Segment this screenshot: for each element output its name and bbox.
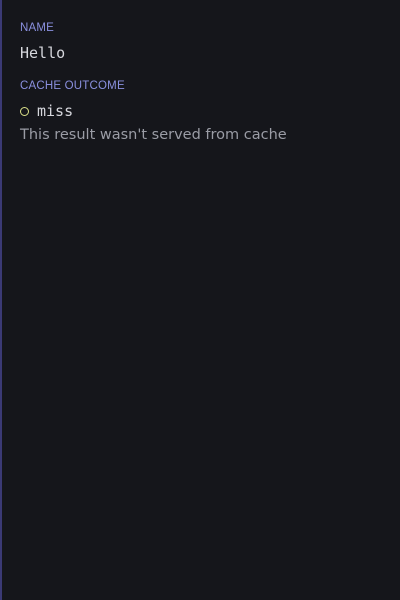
name-value: Hello — [20, 44, 66, 62]
cache-outcome-value: miss — [37, 102, 74, 120]
name-label: NAME — [20, 22, 55, 34]
hollow-circle-icon — [20, 107, 29, 116]
cache-outcome-description: This result wasn't served from cache — [20, 127, 287, 143]
cache-outcome-label: CACHE OUTCOME — [20, 80, 125, 92]
details-panel: NAME Hello CACHE OUTCOME miss This resul… — [0, 0, 400, 600]
cache-outcome-row: miss — [20, 101, 400, 121]
